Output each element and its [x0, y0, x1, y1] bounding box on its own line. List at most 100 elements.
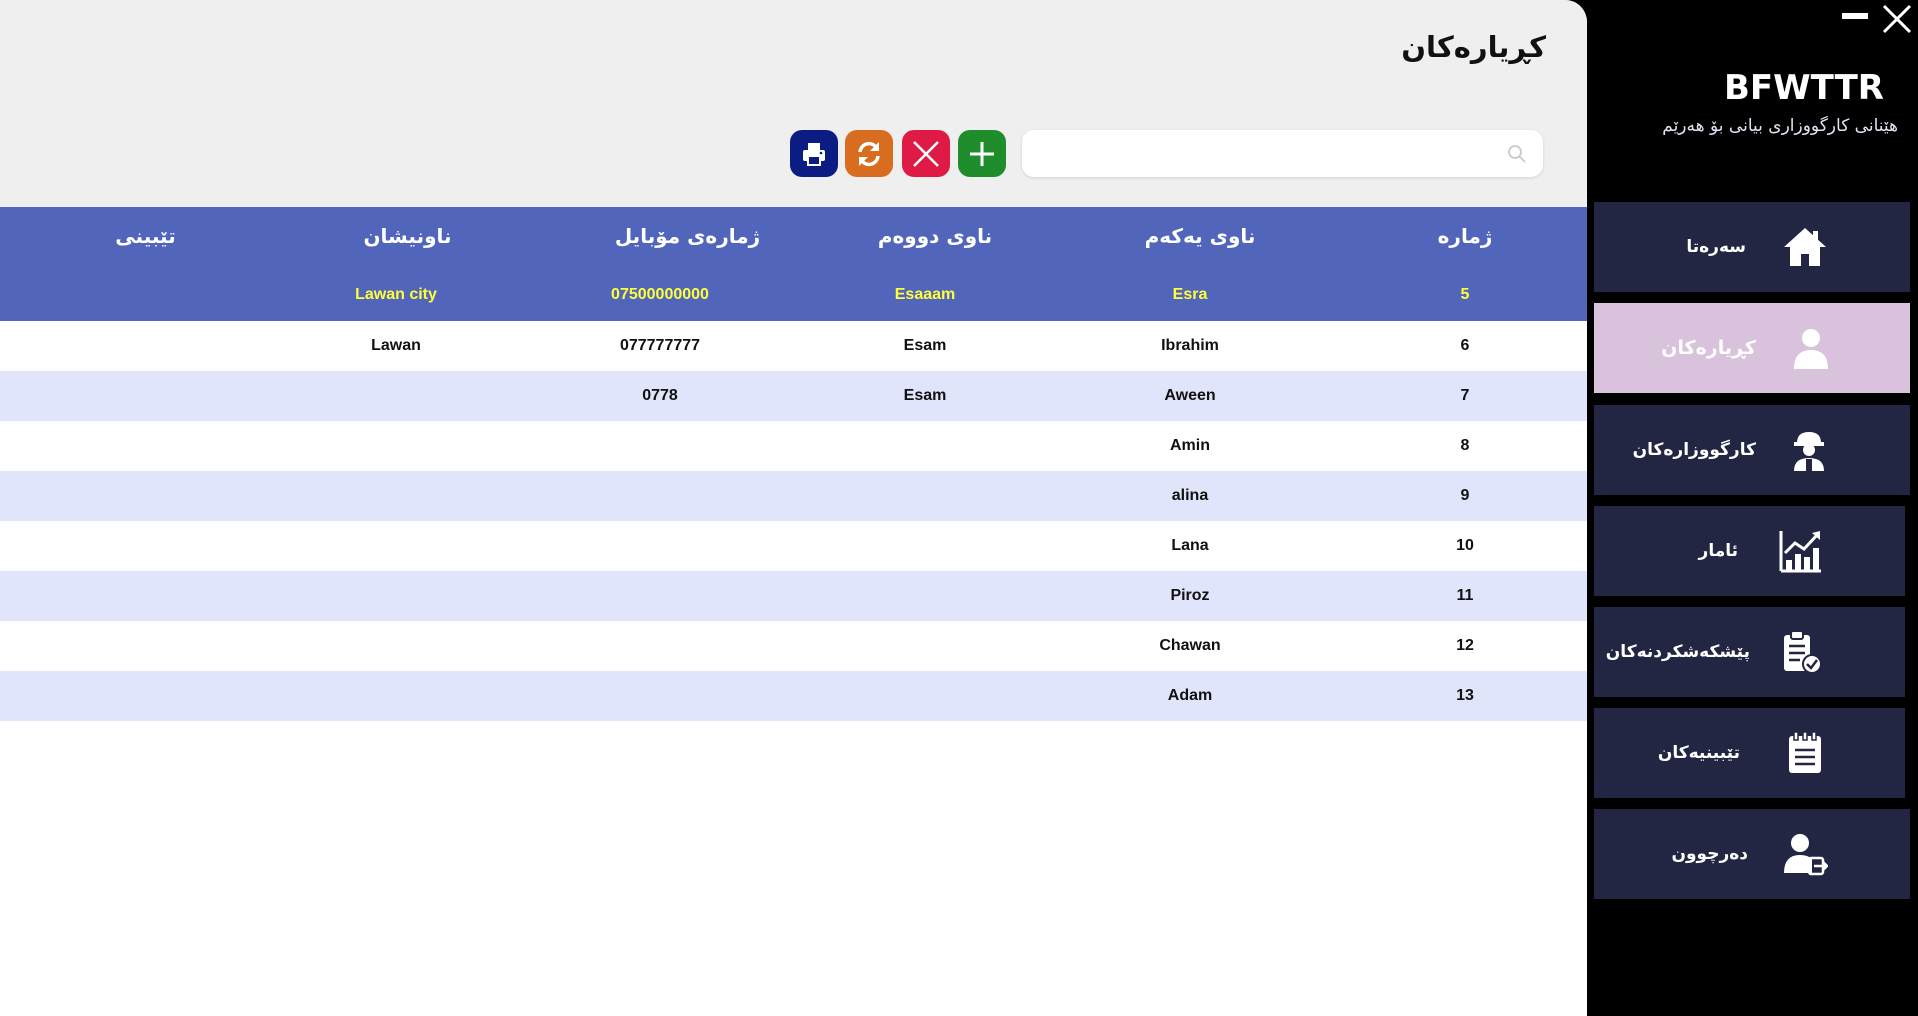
- cell-first-name: Lana: [1171, 537, 1209, 554]
- cell-note: [80, 521, 210, 571]
- sidebar-item-label: دەرچوون: [1671, 844, 1748, 864]
- cell-note: [80, 273, 210, 321]
- window-close-icon[interactable]: [1880, 2, 1914, 36]
- cell-number: 12: [1456, 637, 1474, 654]
- column-header-first-name[interactable]: ناوی یەکەم: [1110, 207, 1290, 273]
- page-title: کڕیارەکان: [1401, 30, 1546, 64]
- sidebar-item-statistics[interactable]: ئامار: [1594, 506, 1905, 596]
- main-panel: کڕیارەکان ژمارە ناوی یەکەم ناوی دووەم ژم…: [0, 0, 1587, 1016]
- cell-note: [80, 671, 210, 721]
- add-button[interactable]: [958, 130, 1006, 177]
- table-row[interactable]: 7 Aween Esam 0778: [0, 371, 1587, 421]
- cell-address: Lawan: [371, 337, 421, 354]
- cell-number: 10: [1456, 537, 1474, 554]
- cell-first-name: Amin: [1170, 437, 1210, 454]
- cell-second-name: [865, 571, 985, 621]
- cell-address: Lawan city: [355, 286, 437, 303]
- table-row[interactable]: 8 Amin: [0, 421, 1587, 471]
- sidebar-item-label: پێشکەشکردنەکان: [1605, 642, 1750, 662]
- column-header-number[interactable]: ژمارە: [1405, 207, 1525, 273]
- sidebar-item-label: کڕیارەکان: [1661, 337, 1756, 359]
- cell-number: 6: [1460, 337, 1470, 354]
- customers-table: ژمارە ناوی یەکەم ناوی دووەم ژمارەی مۆبای…: [0, 207, 1587, 721]
- table-body: 5 Esra Esaaam 07500000000 Lawan city 6 I…: [0, 273, 1587, 721]
- cell-number: 11: [1456, 587, 1474, 604]
- print-button[interactable]: [790, 130, 838, 177]
- cell-first-name: Esra: [1172, 286, 1208, 303]
- brand-subtitle: هێنانی کارگووزاری بیانی بۆ هەرێم: [1662, 116, 1898, 136]
- cell-number: 8: [1460, 437, 1470, 454]
- cell-note: [80, 621, 210, 671]
- cell-mobile: [580, 471, 740, 521]
- table-row[interactable]: 10 Lana: [0, 521, 1587, 571]
- cell-second-name: [865, 621, 985, 671]
- sidebar-item-submissions[interactable]: پێشکەشکردنەکان: [1594, 607, 1905, 697]
- cell-number: 5: [1460, 286, 1470, 303]
- cell-mobile: [580, 571, 740, 621]
- search-input[interactable]: [1036, 138, 1486, 169]
- plus-icon: [970, 141, 994, 166]
- cell-note: [80, 471, 210, 521]
- cell-note: [80, 371, 210, 421]
- sidebar-item-logout[interactable]: دەرچوون: [1594, 809, 1910, 899]
- cell-number: 9: [1460, 487, 1470, 504]
- column-header-address[interactable]: ناونیشان: [340, 207, 475, 273]
- main-header: کڕیارەکان: [0, 0, 1587, 207]
- cell-address: [326, 671, 466, 721]
- notepad-icon: [1789, 731, 1821, 773]
- chart-icon: [1779, 531, 1821, 573]
- column-header-note[interactable]: تێبینی: [98, 207, 193, 273]
- search-box[interactable]: [1022, 130, 1543, 177]
- table-row[interactable]: 6 Ibrahim Esam 077777777 Lawan: [0, 321, 1587, 371]
- cell-second-name: [865, 521, 985, 571]
- refresh-button[interactable]: [845, 130, 893, 177]
- cell-second-name: Esam: [903, 337, 947, 354]
- cell-address: [326, 421, 466, 471]
- brand-title: BFWTTR: [1724, 68, 1884, 108]
- column-header-second-name[interactable]: ناوی دووەم: [860, 207, 1010, 273]
- cell-first-name: Ibrahim: [1161, 337, 1219, 354]
- cell-first-name: alina: [1171, 487, 1209, 504]
- cell-number: 7: [1460, 387, 1470, 404]
- sidebar-item-label: تێبینیەکان: [1657, 743, 1740, 763]
- cell-note: [80, 321, 210, 371]
- cell-mobile: [580, 421, 740, 471]
- cell-second-name: [865, 471, 985, 521]
- sidebar-item-workers[interactable]: کارگووزارەکان: [1594, 405, 1910, 495]
- cell-mobile: 07500000000: [611, 286, 709, 303]
- cell-note: [80, 571, 210, 621]
- cell-mobile: [580, 671, 740, 721]
- cell-address: [326, 471, 466, 521]
- cell-mobile: [580, 621, 740, 671]
- sidebar-item-notes[interactable]: تێبینیەکان: [1594, 708, 1905, 798]
- sidebar-item-customers[interactable]: کڕیارەکان: [1594, 303, 1910, 393]
- table-header: ژمارە ناوی یەکەم ناوی دووەم ژمارەی مۆبای…: [0, 207, 1587, 273]
- cell-mobile: 077777777: [619, 337, 701, 354]
- home-icon: [1784, 228, 1826, 266]
- user-icon: [1794, 329, 1828, 369]
- cell-second-name: Esam: [903, 387, 947, 404]
- table-row[interactable]: 12 Chawan: [0, 621, 1587, 671]
- minimize-button[interactable]: [1842, 13, 1868, 19]
- cell-mobile: [580, 521, 740, 571]
- table-row[interactable]: 9 alina: [0, 471, 1587, 521]
- sidebar-item-label: کارگووزارەکان: [1632, 440, 1756, 460]
- cell-address: [326, 371, 466, 421]
- cell-mobile: 0778: [642, 387, 678, 404]
- cell-first-name: Chawan: [1159, 637, 1221, 654]
- table-row[interactable]: 11 Piroz: [0, 571, 1587, 621]
- delete-button[interactable]: [902, 130, 950, 177]
- logout-user-icon: [1784, 834, 1828, 876]
- cell-address: [326, 571, 466, 621]
- worker-icon: [1794, 432, 1824, 471]
- table-row-selected[interactable]: 5 Esra Esaaam 07500000000 Lawan city: [0, 273, 1587, 321]
- sidebar-item-home[interactable]: سەرەتا: [1594, 202, 1910, 292]
- sidebar-item-label: ئامار: [1698, 541, 1738, 561]
- cell-first-name: Adam: [1167, 687, 1213, 704]
- sidebar-item-label: سەرەتا: [1686, 237, 1746, 257]
- table-row[interactable]: 13 Adam: [0, 671, 1587, 721]
- printer-icon: [803, 142, 825, 166]
- cell-second-name: [865, 671, 985, 721]
- search-icon[interactable]: [1507, 144, 1527, 164]
- column-header-mobile[interactable]: ژمارەی مۆبایل: [600, 207, 775, 273]
